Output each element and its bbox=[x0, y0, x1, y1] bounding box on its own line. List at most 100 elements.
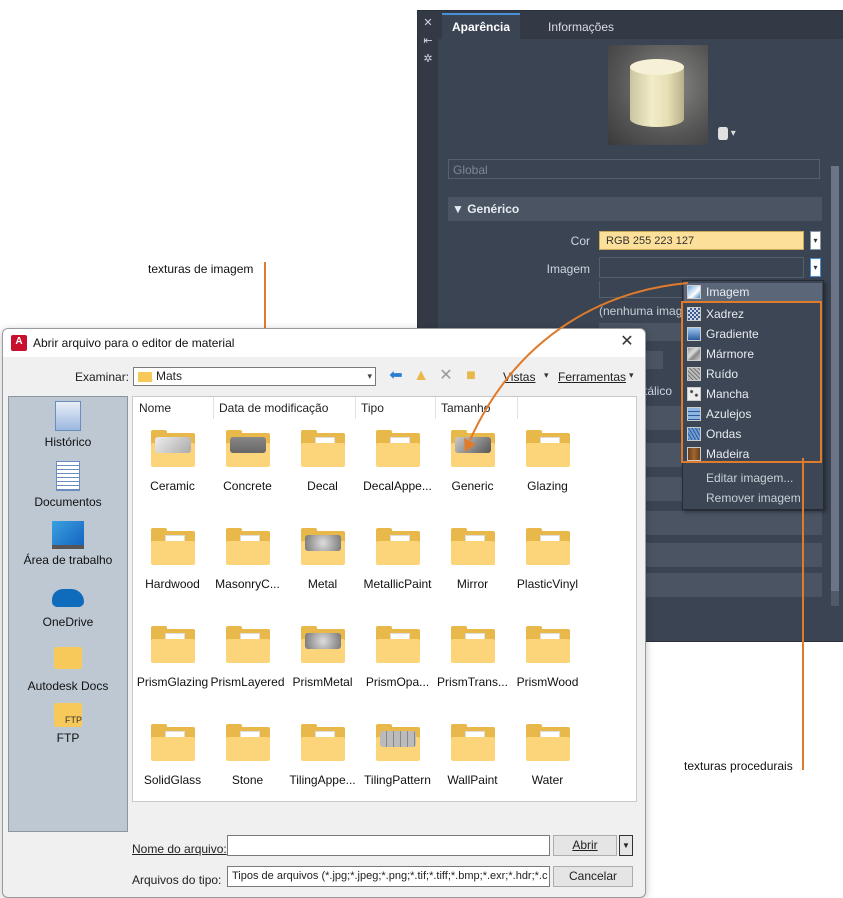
folder-icon bbox=[450, 626, 495, 663]
folder-item[interactable]: PrismTrans... bbox=[435, 626, 510, 689]
views-button[interactable]: Vistas bbox=[503, 370, 535, 384]
tab-informacoes[interactable]: Informações bbox=[538, 15, 624, 39]
image-field[interactable] bbox=[599, 257, 804, 278]
folder-item[interactable]: Generic bbox=[435, 430, 510, 493]
close-icon[interactable]: ✕ bbox=[422, 17, 434, 29]
material-preview-image bbox=[608, 45, 708, 145]
material-tab-bar: Aparência Informações bbox=[438, 11, 843, 39]
new-folder-icon[interactable]: ■ bbox=[462, 367, 480, 385]
folder-item[interactable]: PrismOpa... bbox=[360, 626, 435, 689]
filename-label: Nome do arquivo: bbox=[132, 842, 227, 856]
folder-item[interactable]: PrismMetal bbox=[285, 626, 360, 689]
folder-label: Decal bbox=[307, 479, 338, 493]
panel-scrollbar[interactable] bbox=[831, 166, 839, 606]
tab-aparencia[interactable]: Aparência bbox=[442, 13, 521, 39]
open-options-dropdown[interactable]: ▼ bbox=[619, 835, 633, 856]
folder-label: PrismOpa... bbox=[365, 675, 430, 689]
folder-label: PrismGlazing bbox=[136, 675, 209, 689]
menu-item-imagem[interactable]: Imagem bbox=[684, 283, 822, 302]
filename-input[interactable] bbox=[227, 835, 550, 856]
color-dropdown-button[interactable]: ▾ bbox=[810, 231, 821, 250]
global-field[interactable]: Global bbox=[448, 159, 820, 179]
folder-item[interactable]: Glazing bbox=[510, 430, 585, 493]
place-historico[interactable]: Histórico bbox=[9, 401, 127, 449]
chevron-down-icon: ▾ bbox=[367, 371, 372, 381]
folder-label: TilingAppe... bbox=[289, 773, 356, 787]
folder-item[interactable]: PrismWood bbox=[510, 626, 585, 689]
folder-item[interactable]: PrismGlazing bbox=[135, 626, 210, 689]
close-icon[interactable]: ✕ bbox=[617, 332, 637, 352]
open-button[interactable]: Abrir bbox=[553, 835, 617, 856]
callout-line-image bbox=[264, 262, 266, 334]
folder-label: MasonryC... bbox=[215, 577, 280, 591]
up-folder-icon[interactable]: ▲ bbox=[412, 367, 430, 385]
folder-item[interactable]: PrismLayered bbox=[210, 626, 285, 689]
folder-item[interactable]: Ceramic bbox=[135, 430, 210, 493]
place-documentos[interactable]: Documentos bbox=[9, 461, 127, 509]
folder-item[interactable]: MetallicPaint bbox=[360, 528, 435, 591]
back-icon[interactable]: ⬅ bbox=[387, 367, 405, 385]
place-autodesk-docs[interactable]: Autodesk Docs bbox=[9, 643, 127, 693]
folder-item[interactable]: WallPaint bbox=[435, 724, 510, 787]
place-ftp[interactable]: FTP FTP bbox=[9, 703, 127, 745]
folder-icon bbox=[450, 528, 495, 565]
folder-item[interactable]: SolidGlass bbox=[135, 724, 210, 787]
chevron-down-icon[interactable]: ▾ bbox=[544, 370, 549, 381]
tools-button[interactable]: Ferramentas bbox=[558, 370, 626, 384]
column-header-size[interactable]: Tamanho bbox=[441, 401, 490, 415]
generico-section-header[interactable]: ▼ Genérico bbox=[448, 197, 822, 221]
autohide-icon[interactable]: ⇤ bbox=[422, 35, 434, 47]
documents-icon bbox=[56, 461, 80, 491]
folder-item[interactable]: Concrete bbox=[210, 430, 285, 493]
filetype-select[interactable]: Tipos de arquivos (*.jpg;*.jpeg;*.png;*.… bbox=[227, 866, 550, 887]
folder-icon bbox=[375, 626, 420, 663]
folder-icon bbox=[225, 626, 270, 663]
look-in-label: Examinar: bbox=[75, 370, 130, 384]
folder-label: MetallicPaint bbox=[363, 577, 432, 591]
folder-item[interactable]: TilingPattern bbox=[360, 724, 435, 787]
folder-label: PrismTrans... bbox=[437, 675, 508, 689]
look-in-select[interactable]: Mats ▾ bbox=[133, 367, 376, 386]
folder-item[interactable]: Mirror bbox=[435, 528, 510, 591]
column-header-type[interactable]: Tipo bbox=[361, 401, 384, 415]
color-label: Cor bbox=[570, 234, 590, 248]
column-header-date[interactable]: Data de modificação bbox=[219, 401, 328, 415]
filetype-label: Arquivos do tipo: bbox=[132, 873, 222, 887]
desktop-icon bbox=[52, 521, 84, 549]
procedural-textures-highlight bbox=[681, 301, 822, 463]
place-onedrive[interactable]: OneDrive bbox=[9, 583, 127, 629]
image-subfield bbox=[599, 281, 684, 298]
image-label: Imagem bbox=[546, 262, 590, 276]
folder-icon bbox=[138, 372, 152, 382]
folder-item[interactable]: Stone bbox=[210, 724, 285, 787]
folder-label: PrismLayered bbox=[210, 675, 285, 689]
folder-item[interactable]: PlasticVinyl bbox=[510, 528, 585, 591]
folder-icon bbox=[450, 724, 495, 761]
column-header-name[interactable]: Nome bbox=[139, 401, 171, 415]
chevron-down-icon[interactable]: ▾ bbox=[629, 370, 634, 381]
folder-item[interactable]: Metal bbox=[285, 528, 360, 591]
folder-label: DecalAppe... bbox=[363, 479, 432, 493]
folder-icon bbox=[525, 724, 570, 761]
settings-icon[interactable]: ✲ bbox=[422, 53, 434, 65]
folder-item[interactable]: MasonryC... bbox=[210, 528, 285, 591]
folder-icon bbox=[300, 626, 345, 663]
image-dropdown-button[interactable]: ▾ bbox=[810, 258, 821, 277]
folder-item[interactable]: Water bbox=[510, 724, 585, 787]
folder-item[interactable]: Hardwood bbox=[135, 528, 210, 591]
generico-label: Genérico bbox=[467, 202, 520, 216]
cancel-button[interactable]: Cancelar bbox=[553, 866, 633, 887]
color-field[interactable]: RGB 255 223 127 bbox=[599, 231, 804, 250]
callout-procedural-textures: texturas procedurais bbox=[684, 759, 793, 773]
place-area-de-trabalho[interactable]: Área de trabalho bbox=[9, 521, 127, 567]
folder-item[interactable]: DecalAppe... bbox=[360, 430, 435, 493]
folder-label: Concrete bbox=[223, 479, 272, 493]
preview-shape-dropdown[interactable]: ▾ bbox=[718, 127, 748, 143]
folder-item[interactable]: Decal bbox=[285, 430, 360, 493]
folder-item[interactable]: TilingAppe... bbox=[285, 724, 360, 787]
folder-icon bbox=[375, 528, 420, 565]
folder-icon bbox=[300, 724, 345, 761]
folder-label: Mirror bbox=[456, 577, 489, 591]
delete-icon[interactable]: ✕ bbox=[437, 367, 455, 385]
scrollbar-thumb[interactable] bbox=[831, 166, 839, 591]
